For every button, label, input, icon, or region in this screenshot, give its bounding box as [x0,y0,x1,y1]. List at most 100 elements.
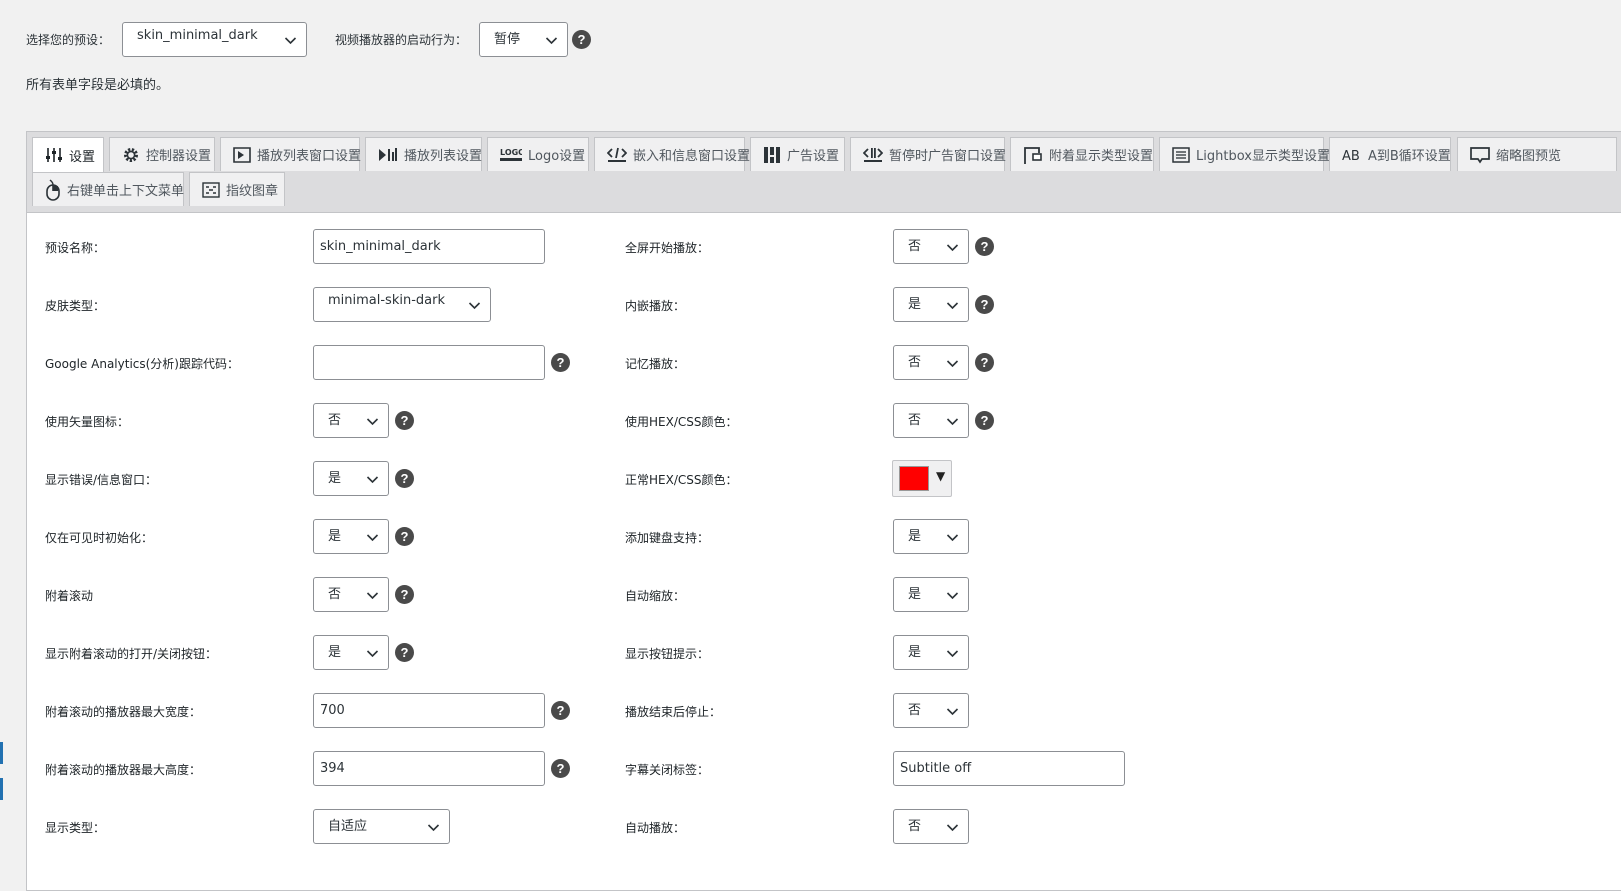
chevron-down-icon [366,592,379,600]
tab-ads[interactable]: 广告设置 [750,137,845,171]
right-select[interactable]: 否 [893,345,969,380]
tab-gear[interactable]: 控制器设置 [109,137,215,171]
help-icon[interactable]: ? [551,701,570,720]
left-select[interactable]: 是 [313,461,389,496]
tab-label: 设置 [69,149,96,165]
left-select[interactable]: 自适应 [313,809,450,844]
tab-fingerprint[interactable]: 指纹图章 [189,172,285,206]
startup-select[interactable]: 暂停 [479,21,569,57]
right-row-label: 全屏开始播放： [625,241,710,255]
select-value: 否 [908,819,922,834]
chevron-down-icon [946,708,959,716]
sliders-icon [45,147,63,163]
tab-label: 控制器设置 [146,149,212,164]
left-select[interactable]: 否 [313,403,389,438]
right-row-label: 内嵌播放： [625,299,686,313]
help-icon[interactable]: ? [395,469,414,488]
left-text-input[interactable] [313,345,545,380]
fingerprint-icon [202,181,220,198]
required-note: 所有表单字段是必填的。 [26,78,170,93]
select-value: 否 [328,587,342,602]
tab-thumbnail[interactable]: 缩略图预览 [1457,137,1617,171]
tab-sticky[interactable]: 附着显示类型设置 [1010,137,1154,171]
settings-panel: 设置 控制器设置 播放列表窗口设置 播放列表设置 LOGO Logo设置 嵌入和信息窗口设置… [26,131,1621,891]
help-icon[interactable]: ? [572,29,592,49]
logo-icon: LOGO [500,147,522,163]
left-row-label: 附着滚动 [45,589,94,603]
chevron-down-icon [545,36,558,44]
left-row-label: 皮肤类型： [45,299,106,313]
tab-embed[interactable]: 嵌入和信息窗口设置 [594,137,750,171]
tab-ab-loop[interactable]: AB A到B循环设置 [1329,137,1451,171]
mouse-icon [45,178,61,201]
right-select[interactable]: 否 [893,693,969,728]
right-row-label: 字幕关闭标签： [625,763,710,777]
right-select[interactable]: 否 [893,229,969,264]
right-row-label: 显示按钮提示： [625,647,710,661]
help-icon[interactable]: ? [975,353,994,372]
playlist-window-icon [233,146,251,163]
color-swatch [899,466,929,491]
tab-label: 暂停时广告窗口设置 [889,149,1007,164]
help-icon[interactable]: ? [551,759,570,778]
help-icon[interactable]: ? [395,585,414,604]
tab-sliders[interactable]: 设置 [32,137,104,172]
right-row-label: 播放结束后停止： [625,705,722,719]
left-row-label: 显示附着滚动的打开/关闭按钮： [45,647,218,661]
color-picker[interactable]: ▼ [892,460,952,497]
help-icon[interactable]: ? [975,411,994,430]
chevron-down-icon [366,476,379,484]
chevron-down-icon [946,534,959,542]
right-row-label: 记忆播放： [625,357,686,371]
right-select[interactable]: 是 [893,577,969,612]
playlist-icon [378,147,398,163]
select-value: 是 [908,297,922,312]
help-icon[interactable]: ? [395,527,414,546]
help-icon[interactable]: ? [975,295,994,314]
select-value: 否 [908,703,922,718]
tab-logo[interactable]: LOGO Logo设置 [487,137,589,171]
left-row-label: 预设名称： [45,241,106,255]
thumbnail-icon [1470,146,1490,164]
left-select[interactable]: 是 [313,635,389,670]
left-row-label: 显示错误/信息窗口： [45,473,158,487]
tab-lightbox[interactable]: Lightbox显示类型设置 [1159,137,1330,171]
help-icon[interactable]: ? [395,643,414,662]
preset-select[interactable]: skin_minimal_dark [122,21,308,57]
tab-label: 右键单击上下文菜单 [67,184,185,199]
select-value: 是 [328,529,342,544]
tab-label: 播放列表窗口设置 [257,149,362,164]
tab-mouse[interactable]: 右键单击上下文菜单 [32,172,184,206]
left-select[interactable]: minimal-skin-dark [313,287,491,322]
left-select[interactable]: 否 [313,577,389,612]
left-text-input[interactable]: skin_minimal_dark [313,229,545,264]
left-edge-indicator [0,742,3,764]
help-icon[interactable]: ? [975,237,994,256]
right-select[interactable]: 否 [893,809,969,844]
help-icon[interactable]: ? [551,353,570,372]
right-text-input[interactable]: Subtitle off [893,751,1125,786]
select-value: 是 [328,645,342,660]
tab-label: 指纹图章 [226,184,279,199]
chevron-down-icon [284,36,297,44]
right-select[interactable]: 是 [893,519,969,554]
top-bar: 选择您的预设： skin_minimal_dark 视频播放器的启动行为： 暂停… [26,21,592,57]
right-select[interactable]: 否 [893,403,969,438]
tab-playlist-window[interactable]: 播放列表窗口设置 [220,137,362,171]
right-row-label: 添加键盘支持： [625,531,710,545]
chevron-down-icon [946,592,959,600]
tab-playlist[interactable]: 播放列表设置 [365,137,482,171]
help-icon[interactable]: ? [395,411,414,430]
right-select[interactable]: 是 [893,635,969,670]
tab-label: 缩略图预览 [1496,149,1562,164]
dropdown-arrow-icon: ▼ [936,469,946,483]
left-text-input[interactable]: 394 [313,751,545,786]
left-text-input[interactable]: 700 [313,693,545,728]
chevron-down-icon [427,824,440,832]
select-value: 是 [908,587,922,602]
select-value: 否 [908,355,922,370]
tab-label: Logo设置 [528,149,586,164]
right-select[interactable]: 是 [893,287,969,322]
tab-pause-ads[interactable]: 暂停时广告窗口设置 [850,137,1007,171]
left-select[interactable]: 是 [313,519,389,554]
